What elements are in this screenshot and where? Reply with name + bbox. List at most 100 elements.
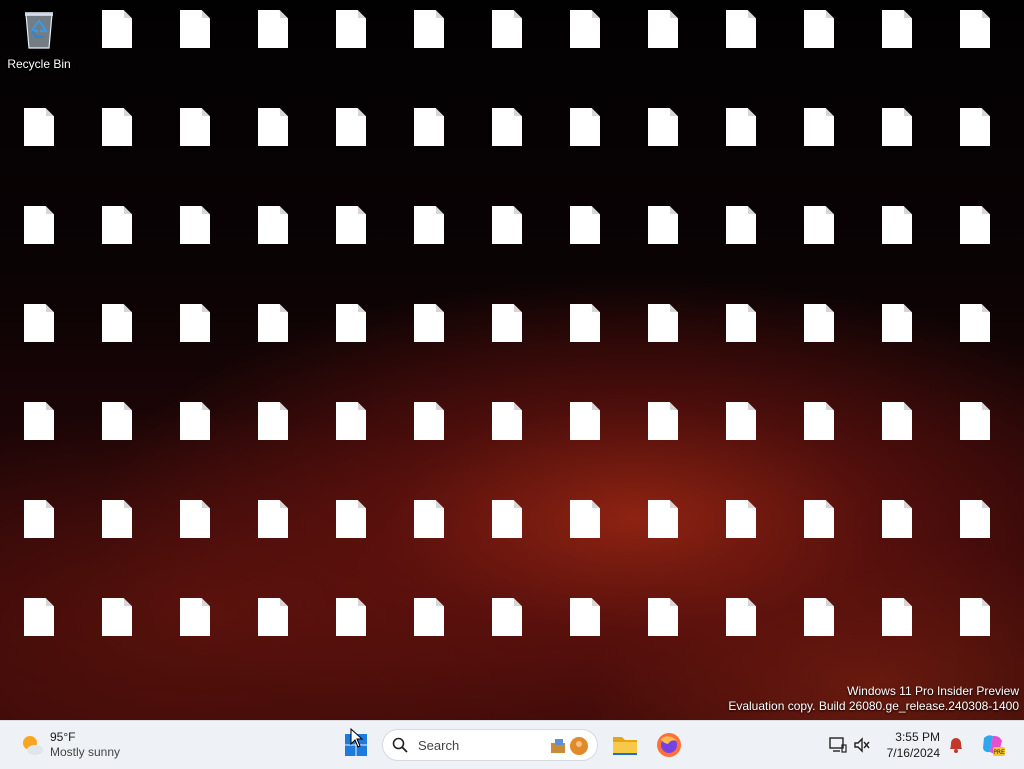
notification-bell-icon[interactable] [946, 735, 966, 755]
file-icon[interactable] [157, 500, 233, 574]
file-icon[interactable] [1, 500, 77, 574]
system-clock[interactable]: 3:55 PM 7/16/2024 [887, 729, 940, 761]
file-icon[interactable] [859, 500, 935, 574]
file-icon[interactable] [703, 304, 779, 378]
file-icon[interactable] [1, 402, 77, 476]
file-icon[interactable] [79, 304, 155, 378]
file-icon[interactable] [391, 598, 467, 672]
file-icon[interactable] [547, 598, 623, 672]
file-icon[interactable] [781, 304, 857, 378]
file-icon[interactable] [313, 304, 389, 378]
file-icon[interactable] [235, 10, 311, 84]
file-icon[interactable] [547, 108, 623, 182]
file-icon[interactable] [937, 402, 1013, 476]
file-icon[interactable] [859, 598, 935, 672]
file-icon[interactable] [469, 500, 545, 574]
file-icon[interactable] [859, 10, 935, 84]
file-icon[interactable] [391, 10, 467, 84]
file-icon[interactable] [469, 206, 545, 280]
file-icon[interactable] [859, 206, 935, 280]
file-icon[interactable] [235, 598, 311, 672]
volume-icon[interactable] [852, 735, 872, 755]
file-icon[interactable] [703, 500, 779, 574]
file-icon[interactable] [547, 402, 623, 476]
file-icon[interactable] [157, 598, 233, 672]
file-icon[interactable] [625, 206, 701, 280]
file-icon[interactable] [469, 304, 545, 378]
file-icon[interactable] [235, 402, 311, 476]
file-icon[interactable] [859, 304, 935, 378]
file-icon[interactable] [547, 10, 623, 84]
file-icon[interactable] [937, 10, 1013, 84]
file-icon[interactable] [391, 206, 467, 280]
file-icon[interactable] [235, 500, 311, 574]
file-icon[interactable] [859, 108, 935, 182]
file-icon[interactable] [703, 402, 779, 476]
firefox-icon[interactable] [655, 731, 683, 759]
file-icon[interactable] [157, 304, 233, 378]
file-icon[interactable] [157, 206, 233, 280]
file-icon[interactable] [781, 206, 857, 280]
file-icon[interactable] [625, 402, 701, 476]
file-icon[interactable] [157, 10, 233, 84]
file-icon[interactable] [937, 304, 1013, 378]
file-icon[interactable] [469, 108, 545, 182]
file-icon[interactable] [391, 108, 467, 182]
file-icon[interactable] [781, 402, 857, 476]
file-icon[interactable] [547, 206, 623, 280]
file-icon[interactable] [235, 108, 311, 182]
recycle-bin-icon[interactable]: Recycle Bin [1, 10, 77, 84]
file-icon[interactable] [547, 500, 623, 574]
file-icon[interactable] [1, 598, 77, 672]
file-icon[interactable] [625, 304, 701, 378]
file-icon[interactable] [313, 108, 389, 182]
file-icon[interactable] [859, 402, 935, 476]
file-icon[interactable] [313, 500, 389, 574]
file-icon[interactable] [313, 598, 389, 672]
file-icon[interactable] [781, 500, 857, 574]
file-icon[interactable] [703, 206, 779, 280]
file-icon[interactable] [625, 10, 701, 84]
file-icon[interactable] [391, 402, 467, 476]
file-icon[interactable] [469, 402, 545, 476]
file-icon[interactable] [79, 108, 155, 182]
copilot-icon[interactable]: PRE [980, 732, 1006, 758]
file-icon[interactable] [703, 108, 779, 182]
file-icon[interactable] [937, 598, 1013, 672]
file-icon[interactable] [937, 108, 1013, 182]
file-icon[interactable] [625, 500, 701, 574]
file-icon[interactable] [313, 10, 389, 84]
folder-icon[interactable] [611, 731, 639, 759]
file-icon[interactable] [781, 598, 857, 672]
file-icon[interactable] [625, 108, 701, 182]
file-icon[interactable] [1, 304, 77, 378]
file-icon[interactable] [937, 206, 1013, 280]
file-icon[interactable] [1, 206, 77, 280]
file-icon[interactable] [235, 206, 311, 280]
file-icon[interactable] [79, 206, 155, 280]
file-icon[interactable] [469, 598, 545, 672]
file-icon[interactable] [79, 402, 155, 476]
file-icon[interactable] [313, 206, 389, 280]
file-icon[interactable] [781, 108, 857, 182]
file-icon[interactable] [625, 598, 701, 672]
document-icon [492, 598, 522, 636]
file-icon[interactable] [781, 10, 857, 84]
network-icon[interactable] [828, 735, 848, 755]
file-icon[interactable] [703, 598, 779, 672]
file-icon[interactable] [703, 10, 779, 84]
file-icon[interactable] [313, 402, 389, 476]
file-icon[interactable] [157, 108, 233, 182]
search-box[interactable]: Search [382, 729, 598, 761]
file-icon[interactable] [79, 500, 155, 574]
file-icon[interactable] [469, 10, 545, 84]
file-icon[interactable] [235, 304, 311, 378]
file-icon[interactable] [79, 598, 155, 672]
file-icon[interactable] [157, 402, 233, 476]
file-icon[interactable] [391, 304, 467, 378]
file-icon[interactable] [547, 304, 623, 378]
file-icon[interactable] [1, 108, 77, 182]
file-icon[interactable] [937, 500, 1013, 574]
file-icon[interactable] [391, 500, 467, 574]
file-icon[interactable] [79, 10, 155, 84]
